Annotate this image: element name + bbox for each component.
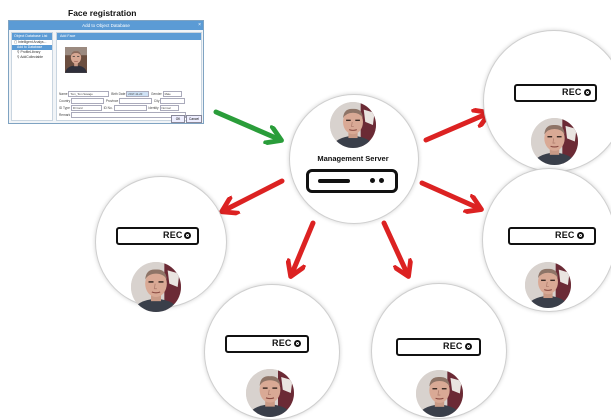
- server-icon: [306, 169, 398, 193]
- record-dot-icon: [465, 343, 472, 350]
- registration-arrow: [213, 109, 276, 138]
- recorder-icon: REC: [116, 227, 199, 245]
- arrow-to-recorder-left: [227, 178, 285, 209]
- rec-label: REC: [562, 87, 582, 97]
- arrow-to-recorder-right: [419, 180, 476, 207]
- face-avatar: [416, 370, 463, 417]
- rec-label: REC: [555, 230, 575, 240]
- face-avatar: [531, 118, 578, 165]
- management-server-label: Management Server: [317, 154, 389, 163]
- face-avatar: [246, 369, 294, 417]
- rec-label: REC: [272, 338, 292, 348]
- face-distribution-diagram: Face registration Add to Object Database…: [0, 0, 611, 420]
- face-avatar: [525, 262, 571, 308]
- face-avatar: [131, 262, 181, 312]
- rec-label: REC: [163, 230, 183, 240]
- record-dot-icon: [577, 232, 584, 239]
- record-dot-icon: [184, 232, 191, 239]
- recorder-icon: REC: [508, 227, 596, 245]
- rec-label: REC: [443, 341, 463, 351]
- face-avatar: [330, 102, 376, 148]
- record-dot-icon: [584, 89, 591, 96]
- recorder-icon: REC: [396, 338, 481, 356]
- arrow-to-recorder-bottom-right: [381, 220, 406, 271]
- recorder-icon: REC: [514, 84, 597, 102]
- record-dot-icon: [294, 340, 301, 347]
- recorder-icon: REC: [225, 335, 309, 353]
- arrow-to-recorder-top-right: [423, 115, 484, 143]
- arrow-to-recorder-bottom-left: [293, 220, 316, 271]
